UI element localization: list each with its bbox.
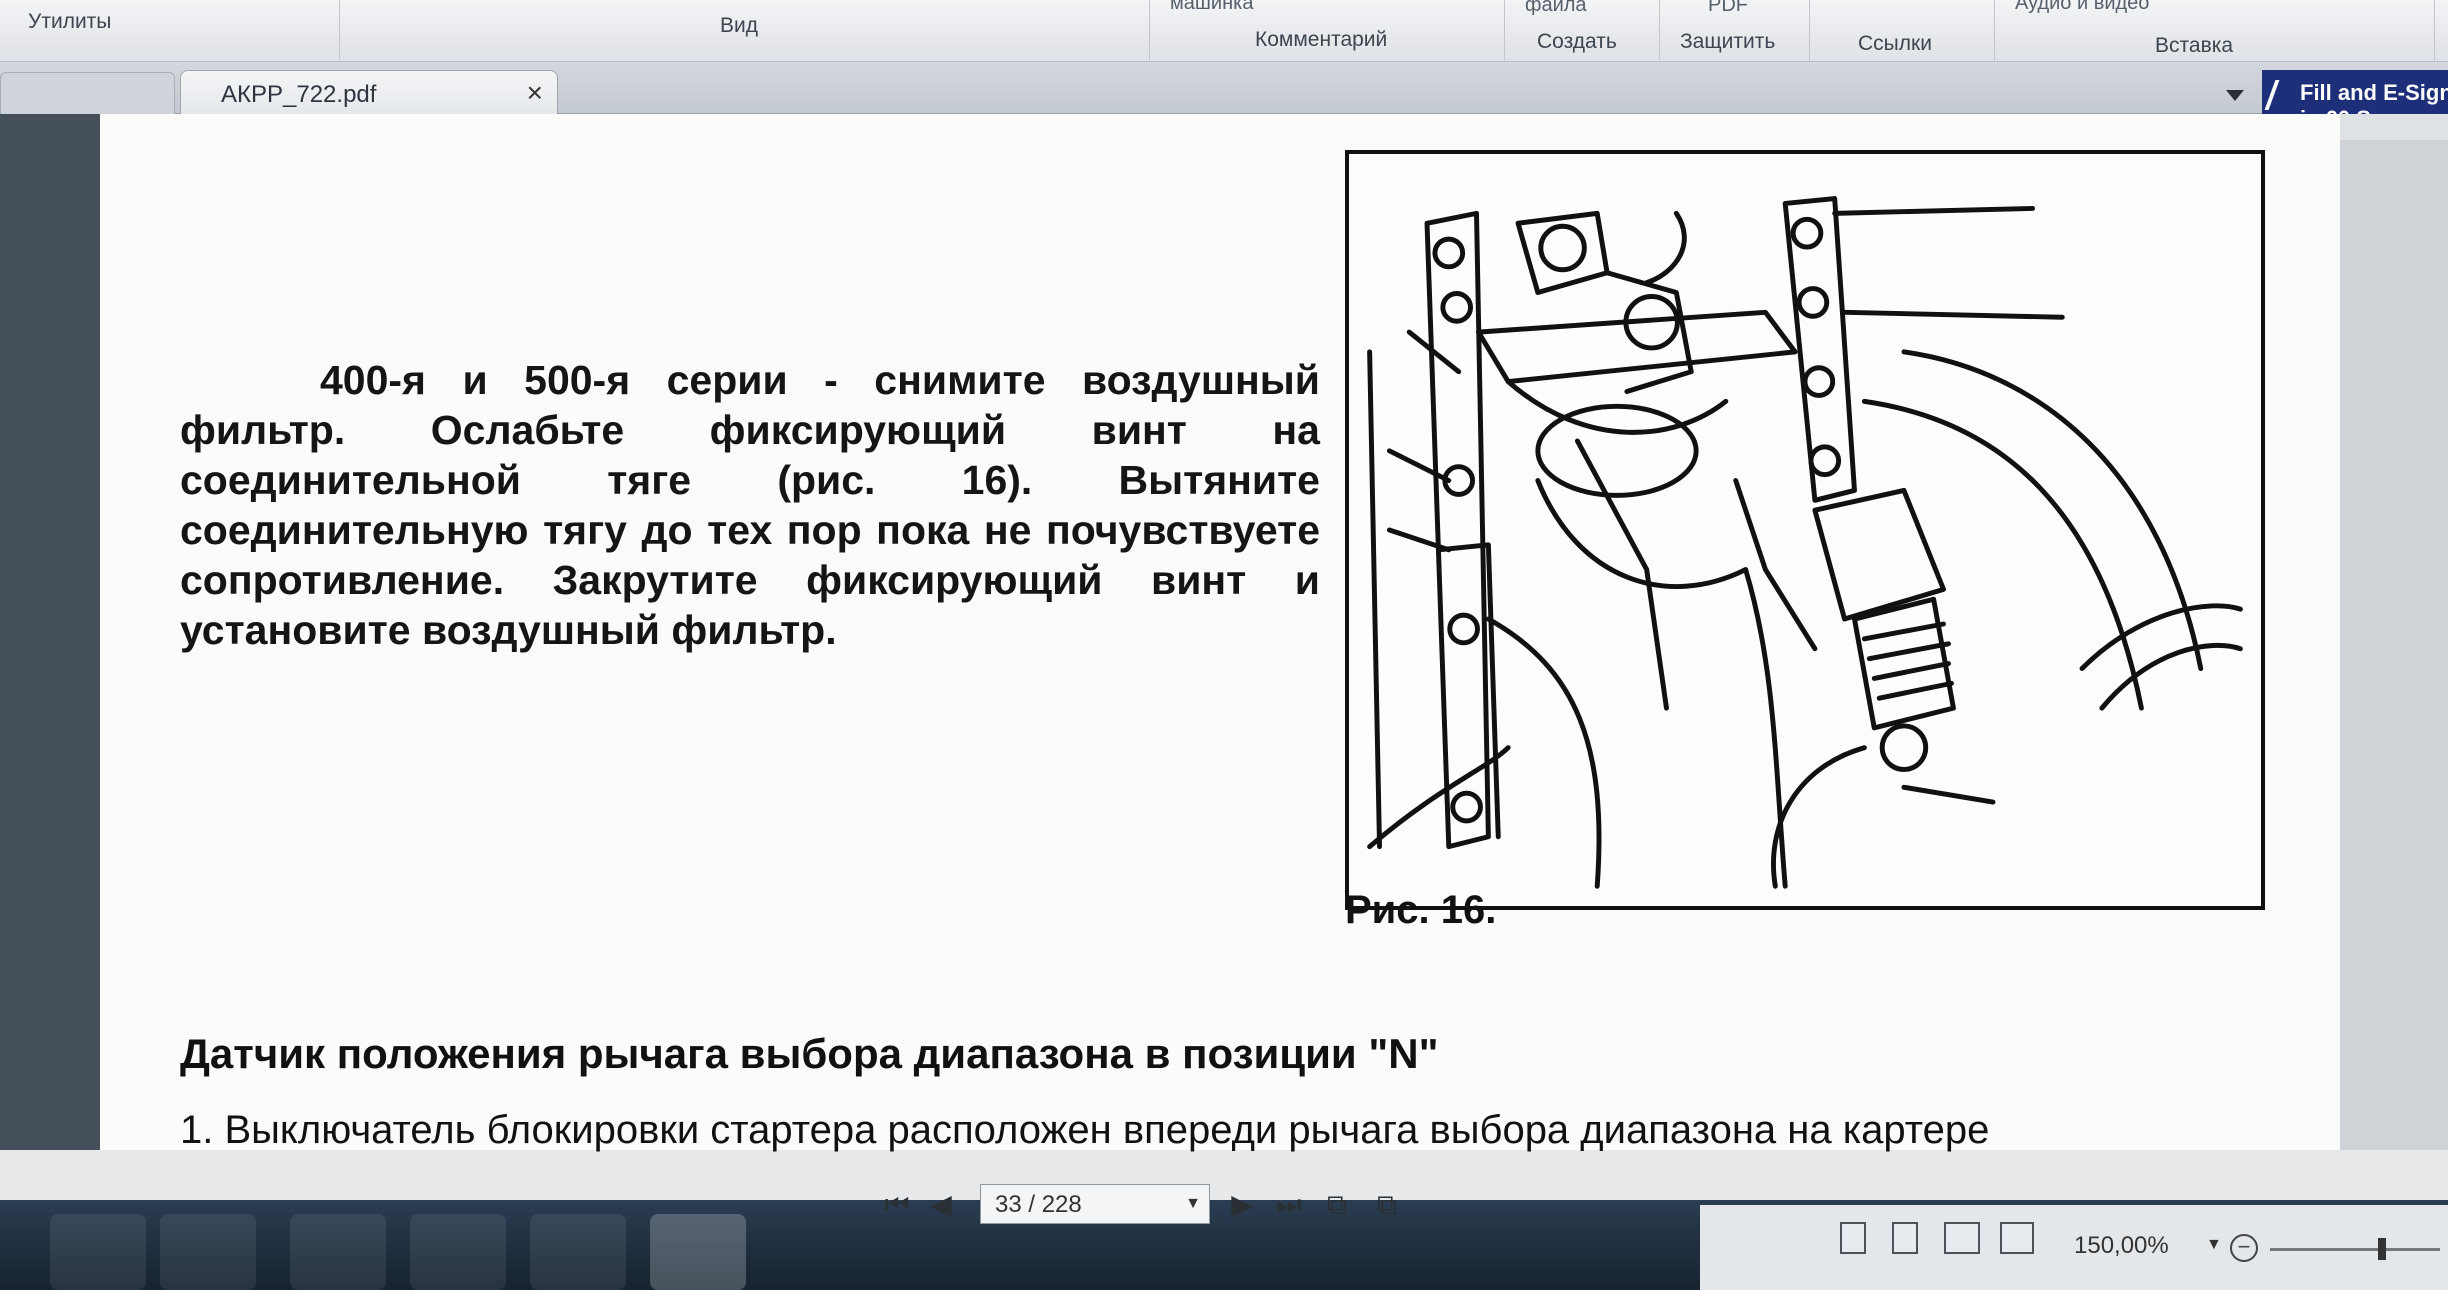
right-gutter	[2340, 140, 2448, 1150]
document-tab-strip: АКРР_722.pdf ×	[0, 62, 2448, 114]
ribbon-group-label: Создать	[1537, 30, 1617, 53]
ribbon-group-insert[interactable]: Аудио и видео Вставка	[1995, 0, 2435, 62]
left-panel	[0, 114, 100, 1150]
ribbon-item-label: машинка	[1170, 0, 1254, 14]
instruction-paragraph: 400-я и 500-я серии - снимите воздушный …	[180, 355, 1320, 655]
page-navigation: ⏮ ◀ 33 / 228 ▼ ▶ ⏭ ⧉ ⧉	[880, 1178, 1440, 1232]
ribbon-group-links[interactable]: Ссылки	[1810, 0, 1995, 62]
two-page-continuous-icon[interactable]	[2000, 1222, 2034, 1254]
section-heading: Датчик положения рычага выбора диапазона…	[180, 1030, 1439, 1077]
page-view-icon[interactable]: ⧉	[1320, 1186, 1354, 1224]
ribbon-group-label: Вставка	[2155, 34, 2234, 57]
figure-caption: Рис. 16.	[1345, 888, 1497, 932]
zoom-out-button[interactable]: −	[2230, 1234, 2258, 1262]
ribbon-item-label: файла	[1525, 0, 1587, 16]
app-triangle-icon[interactable]	[290, 1214, 386, 1290]
ribbon-group-view[interactable]: Вид	[340, 0, 1150, 62]
ribbon-group-label: Комментарий	[1255, 28, 1388, 51]
list-item: 1. Выключатель блокировки стартера распо…	[180, 1108, 1990, 1152]
app-runner-icon[interactable]	[530, 1214, 626, 1290]
close-icon[interactable]: ×	[527, 79, 543, 107]
zoom-level[interactable]: 150,00%	[2074, 1232, 2169, 1260]
previous-page-button[interactable]: ◀	[924, 1186, 958, 1224]
continuous-page-icon[interactable]	[1892, 1222, 1918, 1254]
file-explorer-icon[interactable]	[50, 1214, 146, 1290]
page-number-input[interactable]: 33 / 228 ▼	[980, 1184, 1210, 1224]
opera-browser-icon[interactable]	[410, 1214, 506, 1290]
next-page-button[interactable]: ▶	[1225, 1186, 1259, 1224]
tab-title: АКРР_722.pdf	[221, 81, 377, 108]
pen-icon	[2264, 80, 2298, 110]
chevron-down-icon[interactable]: ▼	[2206, 1236, 2222, 1254]
pdf-app-icon[interactable]	[650, 1214, 746, 1290]
ribbon-group-label: Вид	[720, 14, 758, 37]
chevron-down-icon[interactable]: ▼	[1185, 1195, 1201, 1213]
series-label: 400-я и 500-я серии	[320, 357, 788, 403]
tab-inactive[interactable]	[0, 72, 175, 114]
ribbon-group-utilities[interactable]: Утилиты	[0, 0, 340, 62]
ribbon-toolbar: Утилиты Вид машинка Комментарий файла Со…	[0, 0, 2448, 62]
two-page-icon[interactable]	[1944, 1222, 1980, 1254]
single-page-icon[interactable]	[1840, 1222, 1866, 1254]
ribbon-group-label: Утилиты	[28, 10, 112, 33]
ribbon-group-comment[interactable]: машинка Комментарий	[1150, 0, 1505, 62]
ribbon-group-label: Защитить	[1680, 30, 1776, 53]
first-page-button[interactable]: ⏮	[880, 1186, 914, 1224]
view-mode-toolbar	[1840, 1222, 2040, 1262]
media-player-icon[interactable]	[160, 1214, 256, 1290]
last-page-button[interactable]: ⏭	[1272, 1186, 1306, 1224]
mechanism-illustration	[1367, 196, 2243, 889]
promo-line-1: Fill and E-Sign	[2300, 80, 2448, 105]
zoom-slider[interactable]	[2270, 1248, 2440, 1251]
page-indicator: 33 / 228	[995, 1191, 1082, 1218]
ribbon-item-label: PDF	[1708, 0, 1748, 16]
zoom-slider-thumb[interactable]	[2378, 1238, 2386, 1260]
tab-document[interactable]: АКРР_722.pdf ×	[180, 70, 558, 114]
page-view-icon[interactable]: ⧉	[1370, 1186, 1404, 1224]
ribbon-group-create[interactable]: файла Создать	[1505, 0, 1660, 62]
ribbon-group-protect[interactable]: PDF Защитить	[1660, 0, 1810, 62]
ribbon-item-label: Аудио и видео	[2015, 0, 2150, 14]
chevron-down-icon[interactable]	[2226, 90, 2244, 101]
ribbon-group-label: Ссылки	[1858, 32, 1932, 55]
figure-16-drawing	[1345, 150, 2265, 910]
